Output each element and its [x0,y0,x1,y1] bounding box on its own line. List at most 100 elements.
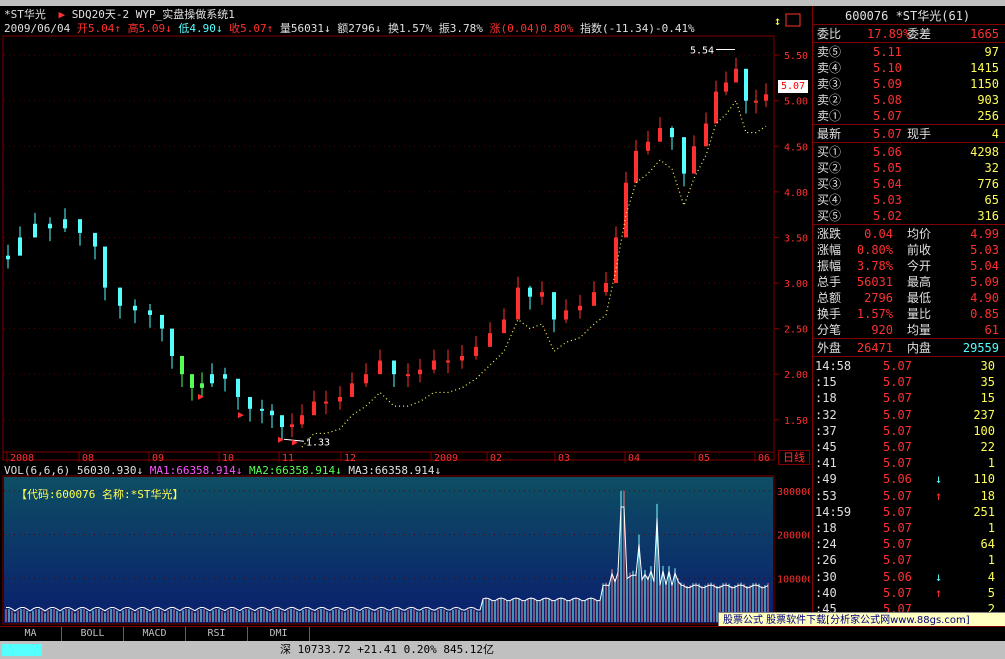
tick-row[interactable]: :18 5.07 1 [813,520,1003,536]
candle-body [190,374,194,388]
ask-row[interactable]: 卖④ 5.10 1415 [813,60,1003,76]
candle-body [270,410,274,416]
info-change: 涨(0.04)0.80% [489,22,574,35]
bid-volume: 65 [984,193,999,207]
quote-title-row[interactable]: 600076 *ST华光(61) [813,8,1003,24]
tick-row[interactable]: :15 5.07 35 [813,374,1003,390]
stat-value-2: 5.03 [970,243,999,257]
bid-row[interactable]: 买⑤ 5.02 316 [813,208,1003,224]
info-amount: 额2796↓ [337,22,382,35]
bid-row[interactable]: 买② 5.05 32 [813,160,1003,176]
tick-row[interactable]: 14:58 5.07 30 [813,358,1003,374]
bid-price: 5.03 [873,193,902,207]
vol-code-label: 【代码:600076 名称:*ST华光】 [16,488,184,501]
candle-body [133,305,137,311]
candle-body [93,232,97,247]
status-index-text: 深 10733.72 +21.41 0.20% 845.12亿 [280,643,495,656]
weibi-row[interactable]: 委比 17.89% 委差 1665 [813,26,1003,42]
tab-rsi[interactable]: RSI [186,627,248,641]
ask-row[interactable]: 卖① 5.07 256 [813,108,1003,124]
time-axis-label: 12 [344,453,356,464]
time-axis-label: 04 [628,453,640,464]
candle-body [118,287,122,306]
weicha-label: 委差 [907,27,932,41]
tick-row[interactable]: :53 5.07 ↑ 18 [813,488,1003,504]
stat-row[interactable]: 涨跌 0.04 均价 4.99 [813,226,1003,242]
stat-row[interactable]: 振幅 3.78% 今开 5.04 [813,258,1003,274]
tick-row[interactable]: :49 5.06 ↓ 110 [813,471,1003,487]
indicator-tabs: MA BOLL MACD RSI DMI [0,626,1005,641]
candle-body [604,283,608,293]
arrow-updown-icon: ↕ [774,14,781,28]
vol-ma2: MA2:66358.914↓ [249,464,342,477]
ask-row[interactable]: 卖② 5.08 903 [813,92,1003,108]
stat-row[interactable]: 换手 1.57% 量比 0.85 [813,306,1003,322]
stat-row[interactable]: 总额 2796 最低 4.90 [813,290,1003,306]
tick-row[interactable]: :24 5.07 64 [813,536,1003,552]
outer-value: 26471 [856,341,893,355]
tick-row[interactable]: :30 5.06 ↓ 4 [813,569,1003,585]
outer-inner-row[interactable]: 外盘 26471 内盘 29559 [813,340,1003,356]
tick-row[interactable]: :37 5.07 100 [813,423,1003,439]
candle-body [488,333,492,347]
tab-dmi[interactable]: DMI [248,627,310,641]
stat-value: 56031 [856,275,893,289]
price-tick-label: 5.50 [784,51,808,62]
tick-row[interactable]: 14:59 5.07 251 [813,504,1003,520]
tick-row[interactable]: :32 5.07 237 [813,407,1003,423]
ask-label: 卖① [817,109,842,123]
candle-body [646,141,650,151]
tick-price: 5.07 [883,375,912,390]
stat-row[interactable]: 总手 56031 最高 5.09 [813,274,1003,290]
high-annotation: 5.54 [690,45,714,56]
status-left-block [2,644,42,656]
bid-row[interactable]: 买③ 5.04 776 [813,176,1003,192]
bid-price: 5.04 [873,177,902,191]
candle-body [18,237,22,256]
candle-body [682,137,686,174]
stat-label-2: 均量 [907,323,932,337]
quote-title: 600076 *ST华光(61) [845,9,971,23]
time-axis-label: 05 [698,453,710,464]
tick-row[interactable]: :45 5.07 22 [813,439,1003,455]
quote-sep-bids [813,224,1005,225]
bid-label: 买② [817,161,842,175]
tick-row[interactable]: :18 5.07 15 [813,390,1003,406]
latest-row[interactable]: 最新 5.07 现手 4 [813,126,1003,142]
stat-row[interactable]: 涨幅 0.80% 前收 5.03 [813,242,1003,258]
tick-volume: 251 [973,504,995,519]
period-button[interactable]: 日线 [778,450,810,465]
candle-body [474,346,478,356]
quote-sep-outer [813,356,1005,357]
stat-label: 换手 [817,307,842,321]
stat-row[interactable]: 分笔 920 均量 61 [813,322,1003,338]
tick-row[interactable]: :40 5.07 ↑ 5 [813,585,1003,601]
kline-chart-area[interactable]: 5.50 5.00 4.50 4.00 3.50 3.00 2.50 2.00 1.50 2008… [0,6,810,626]
kline-chart-svg[interactable]: 5.50 5.00 4.50 4.00 3.50 3.00 2.50 2.00 1.50 2008… [0,6,810,626]
bid-row[interactable]: 买① 5.06 4298 [813,144,1003,160]
tab-boll[interactable]: BOLL [62,627,124,641]
tick-row[interactable]: :26 5.07 1 [813,552,1003,568]
current-hand-label: 现手 [907,127,932,141]
info-index: 指数(-11.34)-0.41% [579,22,695,35]
ask-row[interactable]: 卖⑤ 5.11 97 [813,44,1003,60]
ask-row[interactable]: 卖③ 5.09 1150 [813,76,1003,92]
candle-body [764,94,768,101]
quote-sep-title [813,24,1005,25]
tick-row[interactable]: :41 5.07 1 [813,455,1003,471]
ask-price: 5.07 [873,109,902,123]
candle-body [364,374,368,384]
vol-header: VOL(6,6,6) 56030.930↓ [4,464,144,477]
signal-triangle [278,436,284,443]
bid-row[interactable]: 买④ 5.03 65 [813,192,1003,208]
tick-time: :24 [815,537,837,552]
ask-price: 5.08 [873,93,902,107]
tab-macd[interactable]: MACD [124,627,186,641]
candle-body [734,68,738,83]
tab-ma[interactable]: MA [0,627,62,641]
candle-body [210,374,214,384]
quote-sep-weibi [813,42,1005,43]
candle-body [78,219,82,233]
ask-price: 5.10 [873,61,902,75]
bid-volume: 32 [984,161,999,175]
